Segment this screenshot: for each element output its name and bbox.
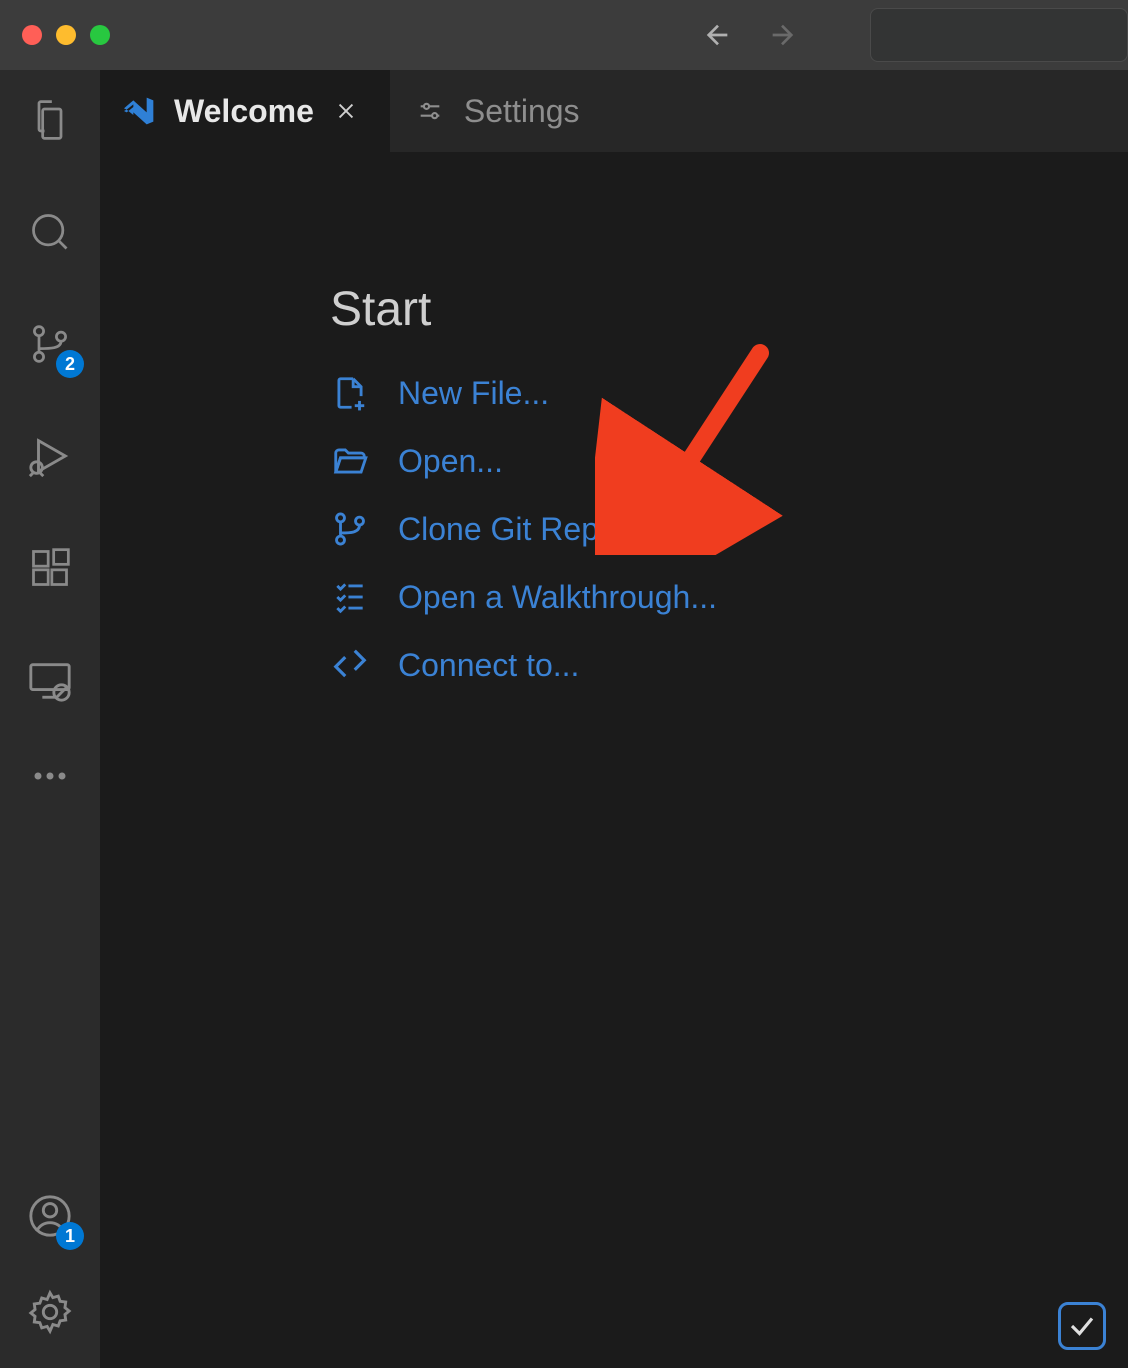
tab-label: Welcome bbox=[174, 93, 314, 130]
activity-bar-bottom: 1 bbox=[22, 1188, 78, 1368]
folder-open-icon bbox=[330, 441, 370, 481]
settings-gear-icon[interactable] bbox=[22, 1284, 78, 1340]
vscode-icon bbox=[124, 95, 156, 127]
window-controls bbox=[0, 25, 110, 45]
fullscreen-window-button[interactable] bbox=[90, 25, 110, 45]
sliders-icon bbox=[414, 95, 446, 127]
close-window-button[interactable] bbox=[22, 25, 42, 45]
welcome-page: Start New File... Open... bbox=[100, 152, 1128, 685]
extensions-icon[interactable] bbox=[22, 540, 78, 596]
main-area: 2 1 bbox=[0, 70, 1128, 1368]
minimize-window-button[interactable] bbox=[56, 25, 76, 45]
nav-forward-button[interactable] bbox=[764, 17, 800, 53]
start-walkthrough[interactable]: Open a Walkthrough... bbox=[330, 577, 1128, 617]
close-icon[interactable] bbox=[332, 97, 360, 125]
tab-label: Settings bbox=[464, 93, 580, 130]
titlebar bbox=[0, 0, 1128, 70]
editor-area: Welcome Settings Start New File... bbox=[100, 70, 1128, 1368]
run-debug-icon[interactable] bbox=[22, 428, 78, 484]
account-icon[interactable]: 1 bbox=[22, 1188, 78, 1244]
activity-bar: 2 1 bbox=[0, 70, 100, 1368]
tab-bar: Welcome Settings bbox=[100, 70, 1128, 152]
account-badge: 1 bbox=[56, 1222, 84, 1250]
checklist-icon bbox=[330, 577, 370, 617]
start-list: New File... Open... Clone Git Repository… bbox=[330, 373, 1128, 685]
command-center-search[interactable] bbox=[870, 8, 1128, 62]
remote-icon bbox=[330, 645, 370, 685]
new-file-icon bbox=[330, 373, 370, 413]
welcome-toggle-checkbox[interactable] bbox=[1058, 1302, 1106, 1350]
start-clone-git[interactable]: Clone Git Repository... bbox=[330, 509, 1128, 549]
start-connect[interactable]: Connect to... bbox=[330, 645, 1128, 685]
start-heading: Start bbox=[330, 282, 1128, 337]
start-item-label: Clone Git Repository... bbox=[398, 511, 718, 548]
start-item-label: Open a Walkthrough... bbox=[398, 579, 717, 616]
source-control-badge: 2 bbox=[56, 350, 84, 378]
tab-welcome[interactable]: Welcome bbox=[100, 70, 390, 152]
start-new-file[interactable]: New File... bbox=[330, 373, 1128, 413]
nav-back-button[interactable] bbox=[700, 17, 736, 53]
more-icon[interactable] bbox=[22, 764, 78, 788]
start-item-label: New File... bbox=[398, 375, 549, 412]
explorer-icon[interactable] bbox=[22, 92, 78, 148]
nav-arrows bbox=[700, 0, 800, 70]
remote-explorer-icon[interactable] bbox=[22, 652, 78, 708]
tab-settings[interactable]: Settings bbox=[390, 70, 610, 152]
start-item-label: Connect to... bbox=[398, 647, 579, 684]
source-control-icon[interactable]: 2 bbox=[22, 316, 78, 372]
git-branch-icon bbox=[330, 509, 370, 549]
start-open[interactable]: Open... bbox=[330, 441, 1128, 481]
search-icon[interactable] bbox=[22, 204, 78, 260]
start-item-label: Open... bbox=[398, 443, 503, 480]
